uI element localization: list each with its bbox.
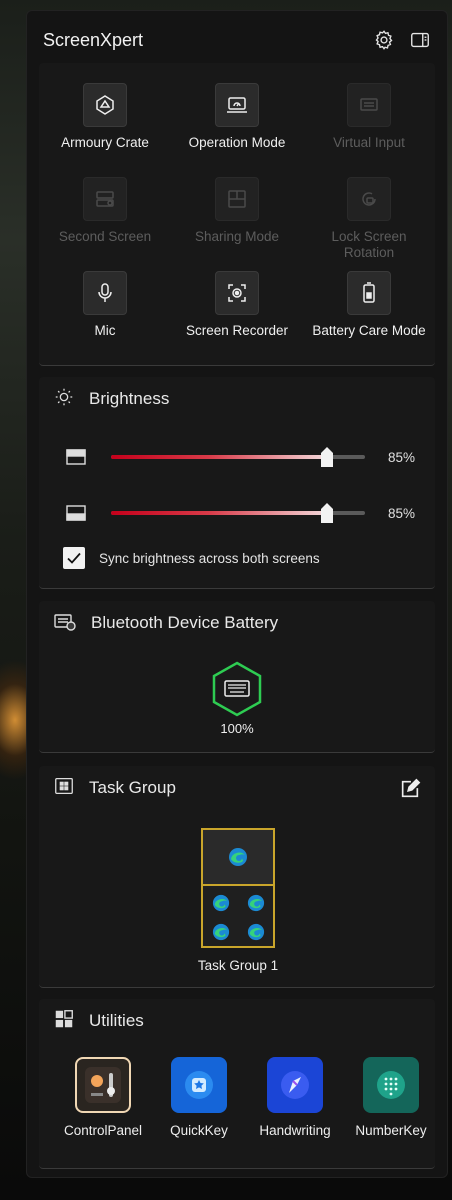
operation-mode-button[interactable]: Operation Mode	[171, 83, 303, 177]
control-panel-label: ControlPanel	[63, 1123, 143, 1138]
lock-rotation-label: Lock Screen Rotation	[331, 229, 407, 260]
brightness-title: Brightness	[89, 389, 170, 408]
screen-recorder-label: Screen Recorder	[185, 323, 289, 338]
settings-gear-icon[interactable]	[373, 29, 395, 51]
mic-button[interactable]: Mic	[39, 271, 171, 365]
bt-device-battery-value: 100%	[220, 721, 254, 736]
task-group-header: Task Group	[53, 776, 176, 800]
dock-panel-icon[interactable]	[409, 29, 431, 51]
edit-task-group-icon[interactable]	[399, 778, 421, 800]
virtual-input-label: Virtual Input	[333, 135, 405, 150]
utilities-grid-icon	[53, 1008, 75, 1035]
quick-actions-card: Armoury Crate Operation Mode Virtual Inp…	[39, 63, 435, 366]
app-title: ScreenXpert	[43, 29, 144, 50]
bluetooth-header: Bluetooth Device Battery	[53, 611, 278, 635]
bluetooth-keyboard-icon	[53, 610, 77, 637]
bottom-screen-brightness-row: 85%	[65, 501, 415, 525]
tg-app-1	[203, 888, 238, 917]
sharing-mode-button[interactable]: Sharing Mode	[171, 177, 303, 271]
virtual-input-icon	[347, 83, 391, 127]
mic-icon	[83, 271, 127, 315]
second-screen-icon	[83, 177, 127, 221]
edge-icon	[229, 848, 247, 866]
sync-brightness-row: Sync brightness across both screens	[63, 547, 320, 569]
mic-label: Mic	[94, 323, 116, 338]
handwriting-button[interactable]: Handwriting	[247, 1057, 343, 1138]
bottom-screen-icon	[65, 504, 87, 522]
bt-device-item[interactable]: 100%	[211, 661, 263, 736]
quick-actions-grid: Armoury Crate Operation Mode Virtual Inp…	[39, 83, 435, 365]
bluetooth-title: Bluetooth Device Battery	[91, 613, 279, 632]
bottom-screen-brightness-slider[interactable]	[111, 503, 365, 523]
edge-icon	[212, 923, 229, 940]
numberkey-label: NumberKey	[355, 1123, 427, 1138]
operation-mode-icon	[215, 83, 259, 127]
tg-app-4	[238, 917, 273, 946]
edge-icon	[247, 894, 264, 911]
quickkey-icon	[171, 1057, 227, 1113]
top-screen-icon	[65, 448, 87, 466]
edge-icon	[247, 923, 264, 940]
screen-recorder-icon	[215, 271, 259, 315]
battery-care-label: Battery Care Mode	[312, 323, 426, 338]
armoury-crate-icon	[83, 83, 127, 127]
top-screen-brightness-thumb[interactable]	[320, 447, 333, 467]
utilities-card: Utilities ControlPanel QuickKey Handwrit…	[39, 999, 435, 1169]
task-group-title: Task Group	[89, 778, 176, 797]
brightness-card: Brightness 85% 85% Sync brightness acros…	[39, 377, 435, 589]
bottom-screen-brightness-thumb[interactable]	[320, 503, 333, 523]
quickkey-button[interactable]: QuickKey	[151, 1057, 247, 1138]
handwriting-icon	[267, 1057, 323, 1113]
bluetooth-battery-card: Bluetooth Device Battery 100%	[39, 601, 435, 753]
top-screen-brightness-fill	[111, 455, 327, 459]
sync-brightness-checkbox[interactable]	[63, 547, 85, 569]
sharing-mode-icon	[215, 177, 259, 221]
bottom-screen-brightness-fill	[111, 511, 327, 515]
tg-app-2	[238, 888, 273, 917]
keyboard-battery-icon	[212, 661, 262, 717]
bottom-screen-brightness-value: 85%	[387, 505, 415, 521]
tg-app-3	[203, 917, 238, 946]
header-actions	[373, 29, 431, 51]
task-group-1-tile[interactable]	[201, 828, 275, 948]
edge-icon	[212, 894, 229, 911]
task-group-icon	[53, 775, 75, 802]
quickkey-label: QuickKey	[170, 1123, 228, 1138]
brightness-header: Brightness	[53, 387, 169, 411]
control-panel-icon	[75, 1057, 131, 1113]
top-screen-brightness-value: 85%	[387, 449, 415, 465]
numberkey-icon	[363, 1057, 419, 1113]
lock-screen-rotation-button[interactable]: Lock Screen Rotation	[303, 177, 435, 271]
virtual-input-button[interactable]: Virtual Input	[303, 83, 435, 177]
task-group-card: Task Group Task Group 1	[39, 766, 435, 988]
sun-icon	[53, 386, 75, 413]
panel-header: ScreenXpert	[43, 27, 431, 53]
task-group-1-label: Task Group 1	[197, 958, 279, 973]
battery-care-mode-button[interactable]: Battery Care Mode	[303, 271, 435, 365]
second-screen-label: Second Screen	[58, 229, 152, 244]
tg-main-app	[203, 830, 273, 886]
sync-brightness-label: Sync brightness across both screens	[99, 550, 320, 566]
numberkey-button[interactable]: NumberKey	[343, 1057, 439, 1138]
utilities-header: Utilities	[53, 1009, 144, 1033]
control-panel-button[interactable]: ControlPanel	[55, 1057, 151, 1138]
operation-mode-label: Operation Mode	[188, 135, 286, 150]
handwriting-label: Handwriting	[259, 1123, 331, 1138]
sharing-mode-label: Sharing Mode	[194, 229, 280, 244]
checkmark-icon	[67, 552, 81, 564]
utilities-list: ControlPanel QuickKey Handwriting Number…	[55, 1057, 439, 1138]
screen-recorder-button[interactable]: Screen Recorder	[171, 271, 303, 365]
second-screen-button[interactable]: Second Screen	[39, 177, 171, 271]
screenxpert-panel: ScreenXpert Armoury Crate Operation Mode…	[26, 10, 448, 1178]
battery-care-icon	[347, 271, 391, 315]
top-screen-brightness-slider[interactable]	[111, 447, 365, 467]
top-screen-brightness-row: 85%	[65, 445, 415, 469]
armoury-crate-label: Armoury Crate	[61, 135, 149, 150]
utilities-title: Utilities	[89, 1011, 144, 1030]
lock-rotation-icon	[347, 177, 391, 221]
armoury-crate-button[interactable]: Armoury Crate	[39, 83, 171, 177]
